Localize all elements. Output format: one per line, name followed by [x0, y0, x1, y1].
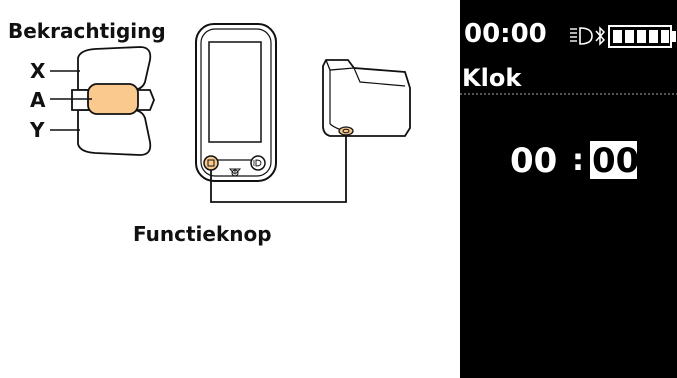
label-a: A	[30, 88, 46, 112]
function-button[interactable]	[203, 155, 219, 171]
clock-separator: :	[572, 143, 584, 178]
label-functieknop: Functieknop	[133, 222, 272, 246]
clock-hours: 00	[510, 141, 557, 181]
junction-unit	[322, 59, 411, 137]
assist-switch	[71, 46, 155, 156]
status-time: 00:00	[464, 19, 547, 49]
screen-display: 00:00 Klok 00 : 00	[460, 0, 677, 378]
button-a[interactable]	[87, 83, 139, 115]
label-y: Y	[29, 118, 45, 142]
button-y[interactable]	[77, 109, 152, 156]
display-screen	[208, 41, 262, 143]
clock-minutes: 00	[592, 141, 639, 181]
connector-port	[338, 126, 354, 136]
light-button-icon[interactable]	[250, 155, 266, 171]
menu-title: Klok	[462, 64, 522, 92]
diagram: Bekrachtiging X A Y Functieknop 00:00 Kl…	[8, 0, 677, 378]
label-bekrachtiging: Bekrachtiging	[8, 19, 166, 43]
label-x: X	[30, 59, 46, 83]
display-unit	[195, 23, 277, 182]
